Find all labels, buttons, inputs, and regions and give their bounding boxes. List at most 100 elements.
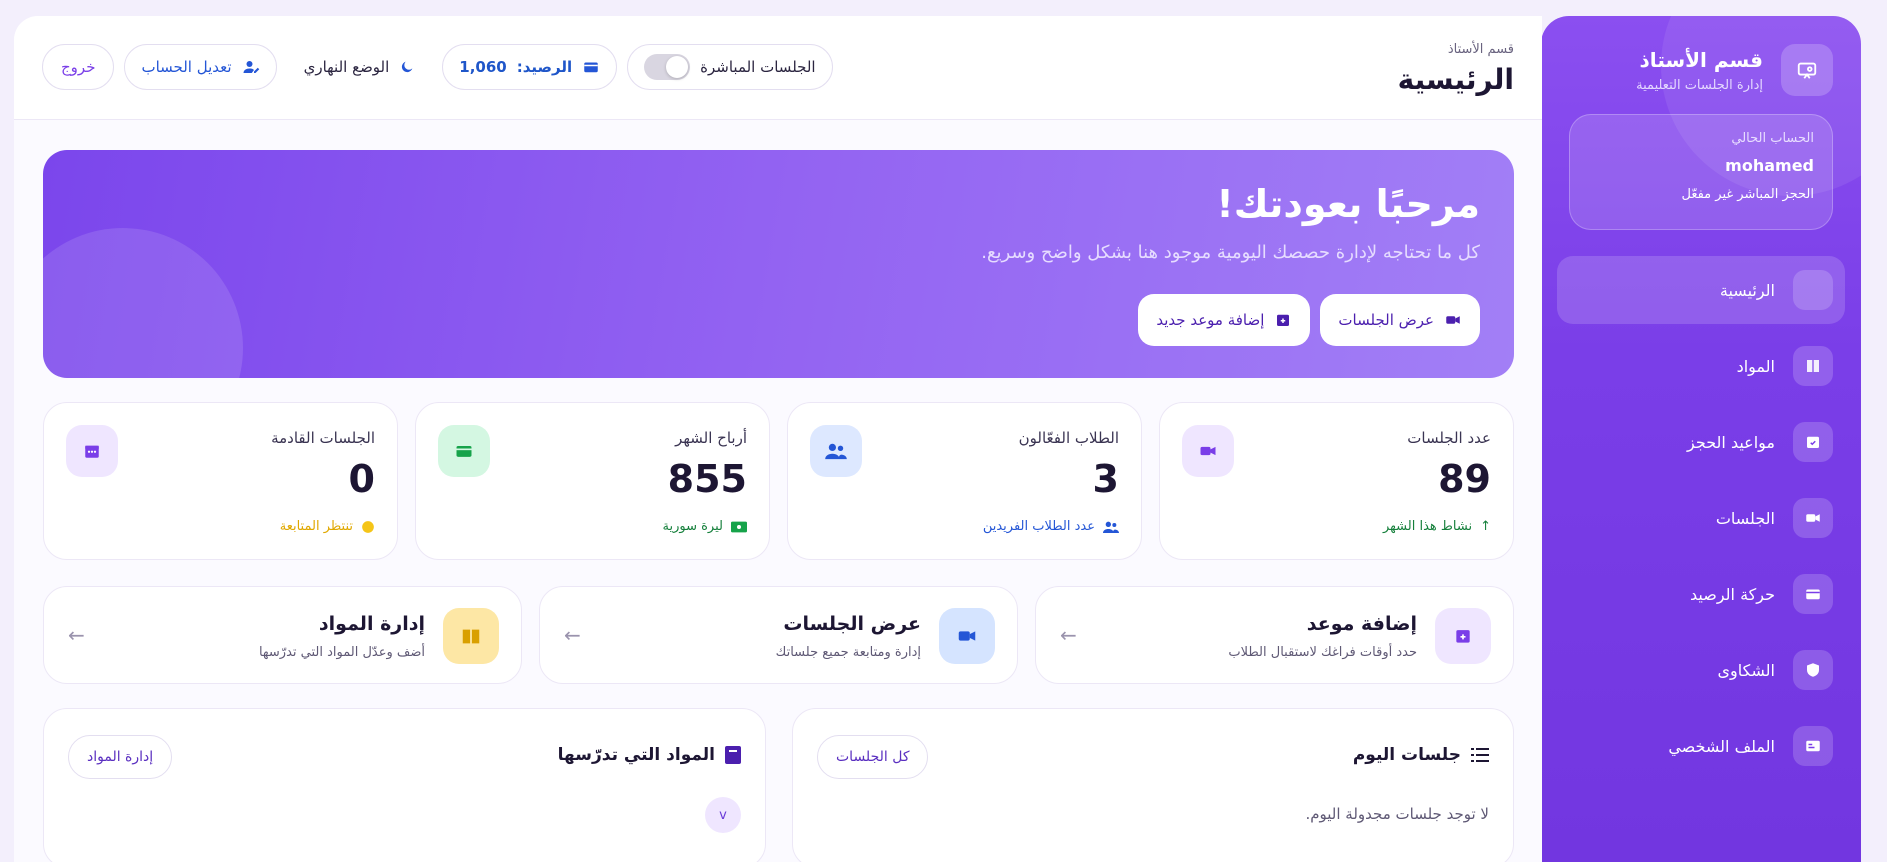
calendar-plus-icon xyxy=(1435,608,1491,664)
arrow-left-icon: ← xyxy=(1060,623,1077,647)
video-icon xyxy=(1182,425,1234,477)
welcome-subtitle: كل ما تحتاجه لإدارة حصصك اليومية موجود ه… xyxy=(981,242,1480,263)
add-appointment-label: إضافة موعد جديد xyxy=(1156,311,1265,329)
page-title: الرئيسية xyxy=(1397,63,1514,96)
sidebar-item-subjects[interactable]: المواد xyxy=(1557,332,1845,400)
sidebar-item-complaints[interactable]: الشكاوى xyxy=(1557,636,1845,704)
edit-account-label: تعديل الحساب xyxy=(141,58,232,76)
arrow-up-icon: ↑ xyxy=(1480,519,1491,534)
account-status: الحجز المباشر غير مفعّل xyxy=(1681,187,1814,202)
action-card-add-appointment[interactable]: إضافة موعد حدد أوقات فراغك لاستقبال الطل… xyxy=(1035,586,1514,684)
stat-card-earnings: أرباح الشهر 855 ليرة سورية xyxy=(415,402,770,560)
shield-icon xyxy=(1793,650,1833,690)
stat-foot-text: نشاط هذا الشهر xyxy=(1383,519,1473,534)
stat-foot-text: عدد الطلاب الفريدين xyxy=(982,519,1095,534)
action-subtitle: أضف وعدّل المواد التي تدرّسها xyxy=(258,645,425,660)
calendar-plus-icon xyxy=(1274,311,1292,329)
topbar-actions: خروج تعديل الحساب الوضع النهاري الرصيد: … xyxy=(42,44,833,90)
stat-foot-text: ليرة سورية xyxy=(662,519,723,534)
sidebar-item-label: حركة الرصيد xyxy=(1690,584,1775,604)
sidebar-item-label: الرئيسية xyxy=(1719,280,1775,300)
sidebar-item-booking-slots[interactable]: مواعيد الحجز xyxy=(1557,408,1845,476)
stats-row: عدد الجلسات 89 ↑ نشاط هذا الشهر الطلاب ا… xyxy=(43,402,1514,560)
action-card-view-sessions[interactable]: عرض الجلسات إدارة ومتابعة جميع جلساتك ← xyxy=(539,586,1018,684)
stat-foot: ↑ نشاط هذا الشهر xyxy=(1383,519,1491,534)
balance-label: الرصيد: xyxy=(516,58,573,76)
video-icon xyxy=(1793,498,1833,538)
sidebar-nav: الرئيسية المواد مواعيد الحجز الجلسات حرك… xyxy=(1557,256,1845,788)
welcome-banner: مرحبًا بعودتك! كل ما تحتاجه لإدارة حصصك … xyxy=(43,150,1514,378)
arrow-left-icon: ← xyxy=(564,623,581,647)
sidebar-item-profile[interactable]: الملف الشخصي xyxy=(1557,712,1845,780)
action-title: إضافة موعد xyxy=(1306,613,1417,635)
teacher-board-icon xyxy=(1781,44,1833,96)
edit-account-button[interactable]: تعديل الحساب xyxy=(124,44,277,90)
app-root: قسم الأستاذ إدارة الجلسات التعليمية الحس… xyxy=(0,0,1887,862)
live-sessions-toggle[interactable]: الجلسات المباشرة xyxy=(627,44,833,90)
add-appointment-button[interactable]: إضافة موعد جديد xyxy=(1138,294,1311,346)
sidebar-brand: قسم الأستاذ إدارة الجلسات التعليمية xyxy=(1636,44,1833,96)
theme-toggle-button[interactable]: الوضع النهاري xyxy=(287,44,433,90)
sidebar-item-label: الجلسات xyxy=(1715,508,1775,528)
stat-foot: تنتظر المتابعة xyxy=(280,519,375,534)
stat-card-students: الطلاب الفعّالون 3 عدد الطلاب الفريدين xyxy=(787,402,1142,560)
quick-actions-row: إضافة موعد حدد أوقات فراغك لاستقبال الطل… xyxy=(43,586,1514,684)
brand-title: قسم الأستاذ xyxy=(1639,47,1763,72)
book-icon xyxy=(725,746,741,764)
stat-value: 855 xyxy=(667,457,747,501)
wallet-icon xyxy=(438,425,490,477)
video-icon xyxy=(1444,311,1462,329)
book-icon xyxy=(1793,346,1833,386)
main-content: قسم الأستاذ الرئيسية خروج تعديل الحساب ا… xyxy=(14,16,1542,862)
stat-value: 3 xyxy=(1092,457,1119,501)
clock-icon xyxy=(361,520,375,534)
brand-subtitle: إدارة الجلسات التعليمية xyxy=(1636,77,1763,93)
stat-value: 89 xyxy=(1438,457,1491,501)
balance-value: 1,060 xyxy=(459,58,507,76)
manage-subjects-button[interactable]: إدارة المواد xyxy=(68,735,173,779)
stat-label: الطلاب الفعّالون xyxy=(1018,429,1119,447)
sidebar-item-label: مواعيد الحجز xyxy=(1687,432,1775,452)
topbar: قسم الأستاذ الرئيسية خروج تعديل الحساب ا… xyxy=(14,16,1542,120)
user-edit-icon xyxy=(242,58,260,76)
video-icon xyxy=(939,608,995,664)
calendar-icon xyxy=(66,425,118,477)
book-open-icon xyxy=(443,608,499,664)
stat-foot: عدد الطلاب الفريدين xyxy=(983,519,1119,534)
money-icon xyxy=(731,521,747,533)
sidebar-item-label: الملف الشخصي xyxy=(1668,736,1775,756)
sidebar-item-home[interactable]: الرئيسية xyxy=(1557,256,1845,324)
live-sessions-label: الجلسات المباشرة xyxy=(700,58,816,76)
subjects-title: المواد التي تدرّسها xyxy=(558,745,741,765)
stat-card-upcoming: الجلسات القادمة 0 تنتظر المتابعة xyxy=(43,402,398,560)
today-sessions-title-text: جلسات اليوم xyxy=(1352,745,1461,765)
all-sessions-button[interactable]: كل الجلسات xyxy=(817,735,929,779)
id-card-icon xyxy=(1793,726,1833,766)
subjects-title-text: المواد التي تدرّسها xyxy=(557,745,715,765)
moon-icon xyxy=(399,59,415,75)
calendar-check-icon xyxy=(1793,422,1833,462)
chevron-down-icon[interactable]: v xyxy=(705,797,741,833)
wallet-icon xyxy=(582,58,600,76)
stat-label: عدد الجلسات xyxy=(1407,429,1491,447)
logout-button[interactable]: خروج xyxy=(42,44,115,90)
stat-label: أرباح الشهر xyxy=(675,429,747,447)
live-sessions-switch[interactable] xyxy=(644,54,691,80)
sidebar-item-sessions[interactable]: الجلسات xyxy=(1557,484,1845,552)
view-sessions-button[interactable]: عرض الجلسات xyxy=(1320,294,1480,346)
sidebar-item-balance[interactable]: حركة الرصيد xyxy=(1557,560,1845,628)
balance-pill[interactable]: الرصيد: 1,060 xyxy=(442,44,618,90)
account-name: mohamed xyxy=(1725,156,1814,175)
arrow-left-icon: ← xyxy=(68,623,85,647)
account-card: الحساب الحالي mohamed الحجز المباشر غير … xyxy=(1569,114,1833,230)
stat-foot-text: تنتظر المتابعة xyxy=(279,519,353,534)
today-sessions-title: جلسات اليوم xyxy=(1353,745,1489,765)
view-sessions-label: عرض الجلسات xyxy=(1338,311,1434,329)
stat-value: 0 xyxy=(348,457,375,501)
empty-state-text: لا توجد جلسات مجدولة اليوم. xyxy=(1305,805,1489,823)
home-icon xyxy=(1793,270,1833,310)
account-label: الحساب الحالي xyxy=(1731,131,1814,146)
users-icon xyxy=(810,425,862,477)
action-card-manage-subjects[interactable]: إدارة المواد أضف وعدّل المواد التي تدرّس… xyxy=(43,586,522,684)
sidebar-item-label: الشكاوى xyxy=(1717,660,1775,680)
